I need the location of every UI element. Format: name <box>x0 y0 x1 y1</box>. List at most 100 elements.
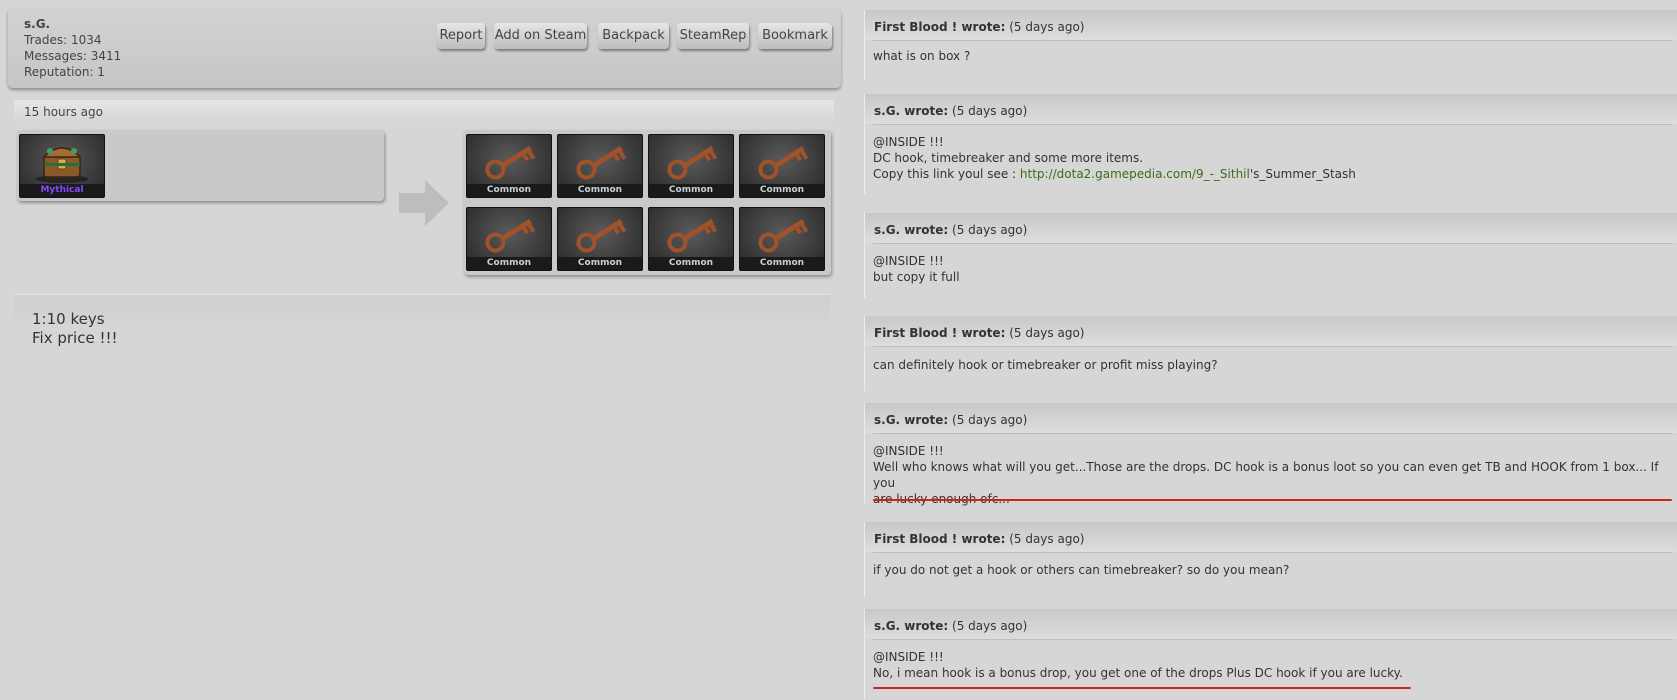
comment-author-line: s.G. wrote: (5 days ago) <box>874 223 1027 237</box>
divider <box>873 346 1673 347</box>
steamrep-button[interactable]: SteamRep <box>677 23 749 49</box>
divider <box>864 433 865 503</box>
comment-header: First Blood ! wrote: (5 days ago) <box>864 522 1677 552</box>
comment-body: can definitely hook or timebreaker or pr… <box>873 357 1673 373</box>
comment-author[interactable]: s.G. wrote: <box>874 104 948 118</box>
comment-author[interactable]: s.G. wrote: <box>874 223 948 237</box>
comment-author-line: First Blood ! wrote: (5 days ago) <box>874 326 1084 340</box>
divider <box>873 40 1673 41</box>
comment-text-suffix: 's_Summer_Stash <box>1249 167 1356 181</box>
divider <box>864 552 865 597</box>
key-icon <box>576 219 627 253</box>
item-slot[interactable]: Common <box>648 134 734 198</box>
red-underline-annotation <box>873 687 1411 689</box>
trade-timestamp: 15 hours ago <box>24 105 103 119</box>
comment-body: @INSIDE !!! but copy it full <box>873 253 1673 285</box>
wiki-link[interactable]: http://dota2.gamepedia.com/9_-_Sithil <box>1020 167 1250 181</box>
divider <box>873 243 1673 244</box>
username[interactable]: s.G. <box>24 17 50 31</box>
comments-panel: First Blood ! wrote: (5 days ago) what i… <box>864 0 1677 700</box>
comment-time: (5 days ago) <box>1009 532 1085 546</box>
reputation-count: Reputation: 1 <box>24 65 105 79</box>
comment: s.G. wrote: (5 days ago) @INSIDE !!! DC … <box>864 94 1677 204</box>
item-slot[interactable]: Common <box>557 134 643 198</box>
comment-body: @INSIDE !!! Well who knows what will you… <box>873 443 1673 507</box>
arrow-right-icon <box>399 180 449 226</box>
divider <box>864 346 865 391</box>
backpack-button[interactable]: Backpack <box>598 23 669 49</box>
key-icon <box>576 146 627 180</box>
comment-time: (5 days ago) <box>952 223 1028 237</box>
rarity-label: Common <box>649 257 733 270</box>
comment-author-line: First Blood ! wrote: (5 days ago) <box>874 532 1084 546</box>
item-slot[interactable]: Common <box>739 207 825 271</box>
have-items-box: Mythical <box>17 130 384 201</box>
key-icon <box>667 219 718 253</box>
report-button[interactable]: Report <box>437 23 485 49</box>
item-slot[interactable]: Common <box>466 134 552 198</box>
trade-panel: s.G. Trades: 1034 Messages: 3411 Reputat… <box>0 0 848 700</box>
comment-header: s.G. wrote: (5 days ago) <box>864 213 1677 243</box>
comment-text: @INSIDE !!! <box>873 444 944 458</box>
key-icon <box>758 146 809 180</box>
comment-header: s.G. wrote: (5 days ago) <box>864 403 1677 433</box>
comment-author[interactable]: s.G. wrote: <box>874 619 948 633</box>
add-on-steam-button[interactable]: Add on Steam <box>494 23 587 49</box>
comment-text: if you do not get a hook or others can t… <box>873 563 1290 577</box>
divider <box>864 243 865 298</box>
comment-text: what is on box ? <box>873 49 971 63</box>
trade-timestamp-bar: 15 hours ago <box>14 100 834 122</box>
divider <box>864 124 865 194</box>
comment-author[interactable]: s.G. wrote: <box>874 413 948 427</box>
comment-time: (5 days ago) <box>952 619 1028 633</box>
item-slot[interactable]: Common <box>648 207 734 271</box>
treasure-chest-icon <box>36 147 88 183</box>
item-slot[interactable]: Mythical <box>19 134 105 198</box>
want-items-box: Common Common Common Common Common Commo… <box>464 130 831 275</box>
comment-author-line: First Blood ! wrote: (5 days ago) <box>874 20 1084 34</box>
comment-text-prefix: Copy this link youl see : <box>873 167 1020 181</box>
rarity-label: Mythical <box>20 184 104 197</box>
comment-body: if you do not get a hook or others can t… <box>873 562 1673 578</box>
rarity-label: Common <box>558 184 642 197</box>
comment: First Blood ! wrote: (5 days ago) if you… <box>864 522 1677 602</box>
rarity-label: Common <box>558 257 642 270</box>
comment-header: s.G. wrote: (5 days ago) <box>864 94 1677 124</box>
rarity-label: Common <box>649 184 733 197</box>
comment-text: Well who knows what will you get...Those… <box>873 460 1659 490</box>
item-slot[interactable]: Common <box>557 207 643 271</box>
item-slot[interactable]: Common <box>739 134 825 198</box>
trades-count: Trades: 1034 <box>24 33 102 47</box>
comment-author[interactable]: First Blood ! wrote: <box>874 20 1005 34</box>
rarity-label: Common <box>467 184 551 197</box>
rarity-label: Common <box>740 257 824 270</box>
comment-header: First Blood ! wrote: (5 days ago) <box>864 10 1677 40</box>
bookmark-button[interactable]: Bookmark <box>758 23 832 49</box>
comment-text: @INSIDE !!! <box>873 135 944 149</box>
key-icon <box>485 146 536 180</box>
comment-header: s.G. wrote: (5 days ago) <box>864 609 1677 639</box>
comment-text: Copy this link youl see : http://dota2.g… <box>873 166 1673 182</box>
comment-time: (5 days ago) <box>1009 20 1085 34</box>
key-icon <box>485 219 536 253</box>
comment-text: @INSIDE !!! <box>873 650 944 664</box>
divider <box>873 639 1673 640</box>
divider <box>864 40 865 80</box>
comment-author[interactable]: First Blood ! wrote: <box>874 326 1005 340</box>
comment-header: First Blood ! wrote: (5 days ago) <box>864 316 1677 346</box>
user-profile-card: s.G. Trades: 1034 Messages: 3411 Reputat… <box>8 8 841 88</box>
divider <box>873 124 1673 125</box>
comment-body: @INSIDE !!! DC hook, timebreaker and som… <box>873 134 1673 182</box>
comment: First Blood ! wrote: (5 days ago) can de… <box>864 316 1677 396</box>
messages-count: Messages: 3411 <box>24 49 122 63</box>
item-slot[interactable]: Common <box>466 207 552 271</box>
trade-note-line: Fix price !!! <box>32 329 118 347</box>
rarity-label: Common <box>740 184 824 197</box>
comment-author[interactable]: First Blood ! wrote: <box>874 532 1005 546</box>
comment-text: No, i mean hook is a bonus drop, you get… <box>873 666 1403 680</box>
trade-note-line: 1:10 keys <box>32 310 105 328</box>
comment-author-line: s.G. wrote: (5 days ago) <box>874 413 1027 427</box>
divider <box>864 639 865 699</box>
comment-time: (5 days ago) <box>1009 326 1085 340</box>
comment-text: @INSIDE !!! <box>873 254 944 268</box>
